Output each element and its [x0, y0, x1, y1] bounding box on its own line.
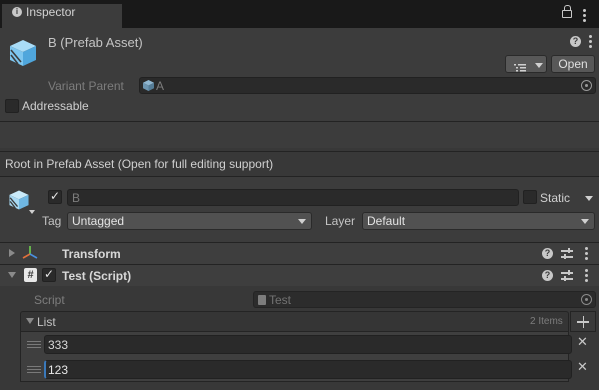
add-item-button[interactable]: [570, 311, 596, 332]
name-field[interactable]: B: [67, 189, 519, 206]
header-menu-icon[interactable]: [589, 35, 593, 49]
static-checkbox[interactable]: [523, 190, 537, 204]
list-icon: [514, 61, 526, 75]
chevron-down-icon: [581, 219, 589, 224]
addressable-checkbox[interactable]: [5, 99, 19, 113]
layer-dropdown[interactable]: Default: [362, 212, 595, 230]
list-header[interactable]: [20, 311, 569, 332]
remove-item-icon[interactable]: ✕: [577, 334, 588, 350]
list-item-value: 333: [48, 338, 69, 352]
chevron-down-icon: [298, 219, 306, 224]
variant-parent-label: Variant Parent: [48, 79, 124, 93]
transform-icon: [22, 245, 38, 264]
script-file-icon: [258, 295, 266, 305]
help-icon[interactable]: ?: [542, 270, 553, 281]
chevron-down-icon: [535, 63, 543, 68]
settings-icon[interactable]: [561, 248, 573, 259]
drag-handle-icon[interactable]: [27, 341, 41, 350]
static-label: Static: [540, 191, 571, 205]
lock-icon[interactable]: [562, 5, 572, 18]
divider: [0, 151, 599, 152]
variant-parent-field[interactable]: A: [139, 77, 596, 94]
add-icon: [582, 316, 584, 328]
script-enabled-checkbox[interactable]: [42, 267, 56, 282]
gameobject-icon[interactable]: [8, 189, 30, 214]
list-count: 2 Items: [530, 316, 563, 327]
script-value: Test: [269, 293, 292, 307]
chevron-down-icon[interactable]: [29, 210, 35, 214]
transform-title: Transform: [62, 247, 121, 261]
prefab-icon: [8, 38, 38, 71]
component-menu-icon[interactable]: [585, 247, 589, 261]
script-field[interactable]: Test: [253, 291, 596, 308]
tag-label: Tag: [42, 214, 62, 228]
divider: [0, 121, 599, 122]
name-value: B: [72, 191, 81, 205]
tab-title: Inspector: [26, 5, 76, 19]
list-item-field[interactable]: 333: [44, 335, 572, 354]
tag-dropdown[interactable]: Untagged: [67, 212, 312, 230]
info-icon: i: [12, 7, 22, 17]
open-button[interactable]: Open: [551, 55, 595, 73]
target-icon[interactable]: [581, 294, 592, 305]
addressable-label: Addressable: [22, 99, 89, 113]
foldout-open-icon[interactable]: [26, 318, 34, 324]
list-item-value: 123: [48, 363, 69, 377]
active-checkbox[interactable]: [48, 189, 62, 204]
script-icon: #: [24, 268, 37, 282]
layer-label: Layer: [325, 214, 356, 228]
tag-value: Untagged: [72, 214, 125, 228]
settings-icon[interactable]: [561, 270, 573, 281]
layer-value: Default: [367, 214, 406, 228]
drag-handle-icon[interactable]: [27, 366, 41, 375]
component-menu-icon[interactable]: [585, 269, 589, 283]
help-icon[interactable]: ?: [542, 248, 553, 259]
remove-item-icon[interactable]: ✕: [577, 359, 588, 375]
foldout-closed-icon[interactable]: [9, 249, 15, 257]
static-dropdown-icon[interactable]: [585, 196, 593, 201]
prefab-notice: Root in Prefab Asset (Open for full edit…: [5, 157, 274, 171]
overrides-dropdown[interactable]: [505, 55, 547, 73]
window-menu-icon[interactable]: [583, 9, 587, 23]
asset-title: B (Prefab Asset): [48, 35, 143, 50]
list-item-field-focused[interactable]: 123: [44, 360, 572, 379]
help-icon[interactable]: ?: [570, 36, 581, 47]
script-label: Script: [34, 293, 65, 307]
list-label: List: [37, 315, 56, 329]
gameobject-header: [0, 177, 599, 243]
target-icon[interactable]: [581, 80, 592, 91]
foldout-open-icon[interactable]: [8, 272, 16, 278]
prefab-icon: [143, 80, 154, 94]
variant-parent-value: A: [156, 79, 165, 93]
script-title: Test (Script): [62, 269, 132, 283]
